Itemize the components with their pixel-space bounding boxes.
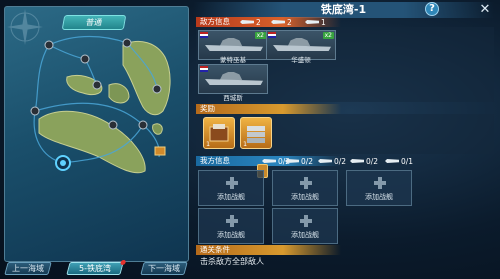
add-ship-slot[interactable]: 添加战舰 — [346, 170, 412, 206]
enemy-ship-card[interactable] — [198, 64, 268, 94]
supply-crate-icon[interactable]: 1 — [203, 117, 235, 149]
flag-icon — [200, 66, 208, 72]
battleship-class-icon — [262, 159, 276, 163]
reward-header: 奖励 — [196, 104, 341, 114]
my-count-dd: 0/2 — [350, 156, 378, 166]
route-node — [92, 80, 102, 90]
ship-superstructure — [219, 38, 243, 46]
cruiser-class-icon — [305, 20, 319, 24]
stage-title: 铁底湾-1 — [193, 2, 494, 18]
plus-icon — [226, 177, 238, 189]
enemy-ship-name: 华盛顿 — [291, 56, 311, 64]
boss-treasure-icon — [154, 146, 166, 156]
route-node — [138, 120, 148, 130]
route-node — [108, 120, 118, 130]
add-ship-slot[interactable]: 添加战舰 — [198, 208, 264, 244]
slot-label: 添加战舰 — [365, 193, 393, 201]
island-north — [122, 41, 171, 116]
my-count-ss: 0/1 — [385, 156, 413, 166]
slot-label: 添加战舰 — [291, 193, 319, 201]
submarine-class-icon — [385, 159, 399, 163]
cruiser-class-icon — [318, 159, 332, 163]
reward-count: 1 — [206, 140, 211, 148]
ship-hull — [205, 45, 263, 51]
route-node — [152, 84, 162, 94]
clear-condition-header: 通关条件 — [196, 245, 341, 255]
current-position-core — [60, 160, 66, 166]
ship-hull — [273, 45, 331, 51]
steel-plates-icon[interactable]: 1 — [240, 117, 272, 149]
reward-count: 1 — [243, 140, 248, 148]
add-ship-slot[interactable]: 添加战舰 — [272, 170, 338, 206]
destroyer-class-icon — [350, 159, 364, 163]
prev-sea-button[interactable]: 上一海域 — [4, 262, 52, 275]
flag-icon — [200, 32, 208, 38]
carrier-class-icon — [285, 159, 299, 163]
sea-map: 普通 — [4, 6, 189, 262]
ship-superstructure — [219, 72, 243, 80]
flag-icon — [268, 32, 276, 38]
ship-multiplier-badge: x2 — [254, 32, 266, 39]
carrier-class-icon — [271, 20, 285, 24]
plus-icon — [226, 215, 238, 227]
slot-label: 添加战舰 — [217, 231, 245, 239]
route-node — [30, 106, 40, 116]
help-icon[interactable]: ? — [425, 2, 439, 16]
route-node — [44, 40, 54, 50]
compass-icon — [7, 9, 43, 45]
slot-label: 添加战舰 — [217, 193, 245, 201]
route-node — [80, 54, 90, 64]
my-count-ca: 0/2 — [318, 156, 346, 166]
island-islet — [152, 123, 163, 135]
battleship-class-icon — [240, 20, 254, 24]
notification-dot — [119, 260, 127, 265]
enemy-ship-name: 西城斯 — [223, 94, 243, 102]
ship-multiplier-badge: x2 — [322, 32, 334, 39]
route-node — [122, 38, 132, 48]
enemy-count-ca: 1 — [305, 17, 326, 27]
my-count-cv: 0/2 — [285, 156, 313, 166]
add-ship-slot[interactable]: 添加战舰 — [198, 170, 264, 206]
add-ship-slot[interactable]: 添加战舰 — [272, 208, 338, 244]
plus-icon — [374, 177, 386, 189]
plus-icon — [300, 177, 312, 189]
enemy-count-bb: 2 — [240, 17, 261, 27]
enemy-count-cv: 2 — [271, 17, 292, 27]
plus-icon — [300, 215, 312, 227]
next-sea-button[interactable]: 下一海域 — [140, 262, 188, 275]
difficulty-tab[interactable]: 普通 — [61, 15, 127, 30]
island-east — [108, 83, 130, 104]
clear-condition-text: 击杀敌方全部敌人 — [200, 257, 264, 266]
close-icon[interactable]: ✕ — [478, 3, 492, 17]
current-sea-button[interactable]: 5-铁底湾 — [66, 260, 127, 275]
ship-hull — [205, 79, 263, 85]
slot-label: 添加战舰 — [291, 231, 319, 239]
enemy-ship-name: 蒙特巫基 — [220, 56, 246, 64]
ship-superstructure — [287, 38, 311, 46]
